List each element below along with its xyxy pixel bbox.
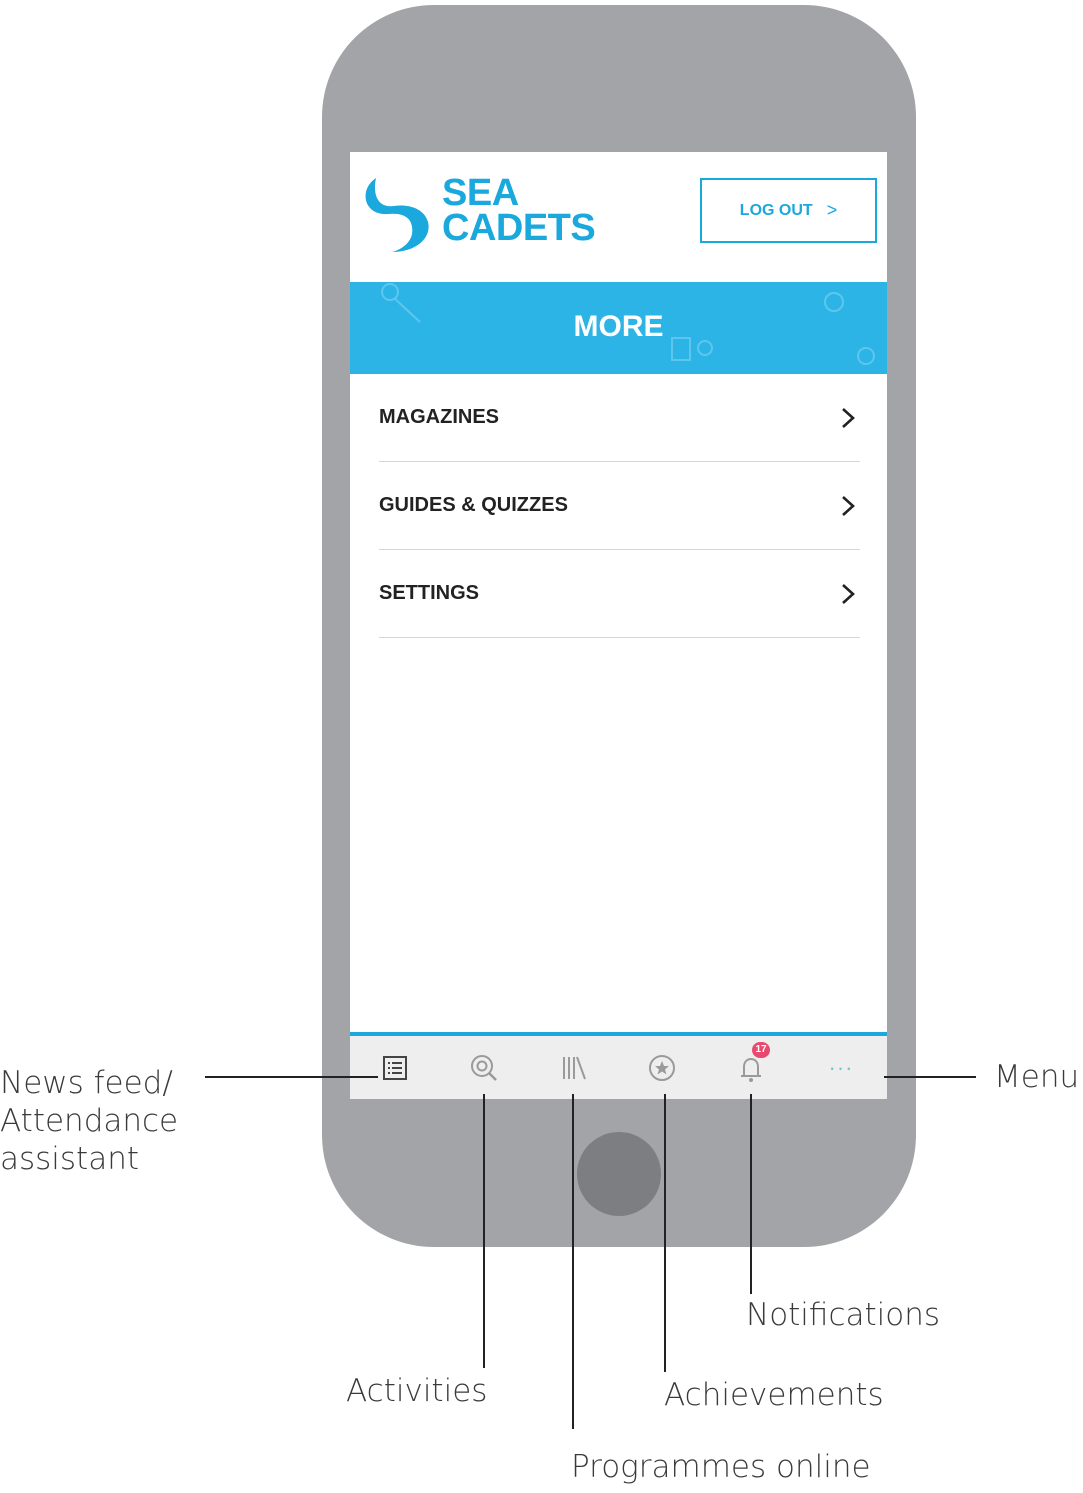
news-feed-callout-line [205,1076,378,1078]
annotation-text: assistant [0,1141,140,1177]
menu-callout-line [884,1076,976,1078]
tab-achievements[interactable] [617,1036,706,1099]
notification-count-badge: 17 [752,1042,770,1058]
news-feed-icon [382,1055,407,1080]
programmes-callout-line [572,1094,574,1429]
chevron-right-icon [842,407,855,428]
tab-activities[interactable] [439,1036,528,1099]
menu-item-label: MAGAZINES [379,406,499,428]
annotation-text: News feed/ [0,1065,173,1101]
home-button[interactable] [577,1132,661,1216]
menu-item-label: SETTINGS [379,582,480,604]
sea-cadets-logo: SEA CADETS [362,172,622,254]
page-title: MORE [573,310,664,343]
achievements-annotation: Achievements [664,1377,884,1413]
logo-wordmark: SEA CADETS [442,172,596,249]
chevron-right-icon: > [826,200,838,220]
logo-line-1: SEA [442,172,519,214]
menu-dots-icon: ··· [828,1054,854,1080]
tab-programmes-online[interactable] [528,1036,617,1099]
logo-wave-icon [365,178,429,252]
menu-item-magazines[interactable]: MAGAZINES [379,374,860,462]
activities-callout-line [483,1094,485,1368]
app-screen: SEA CADETS LOG OUT > MORE MAGAZINES GUID… [350,152,887,1099]
logo-line-2: CADETS [442,207,596,249]
logout-label: LOG OUT [739,201,813,219]
tab-menu[interactable]: ··· [795,1036,887,1099]
programmes-icon [562,1056,586,1079]
chevron-right-icon [842,583,855,604]
annotation-text: Attendance [0,1103,179,1139]
programmes-annotation: Programmes online [571,1449,871,1485]
bottom-tab-bar: 17 ··· [350,1032,887,1099]
achievements-icon [648,1054,675,1081]
notifications-callout-line [750,1094,752,1294]
tab-notifications[interactable]: 17 [706,1036,795,1099]
activities-annotation: Activities [346,1373,488,1409]
chevron-right-icon [842,495,855,516]
tab-news-feed[interactable] [350,1036,439,1099]
achievements-callout-line [664,1094,666,1372]
menu-item-label: GUIDES & QUIZZES [379,494,568,516]
notifications-annotation: Notifications [746,1297,941,1333]
activities-icon [470,1054,497,1081]
menu-annotation: Menu [994,1059,1080,1095]
menu-item-settings[interactable]: SETTINGS [379,550,860,638]
more-menu-list: MAGAZINES GUIDES & QUIZZES SETTINGS [379,374,860,638]
logout-button[interactable]: LOG OUT > [700,178,877,243]
news-feed-annotation: News feed/ Attendance assistant [0,1064,178,1178]
menu-item-guides-quizzes[interactable]: GUIDES & QUIZZES [379,462,860,550]
page-banner: MORE [350,282,887,374]
